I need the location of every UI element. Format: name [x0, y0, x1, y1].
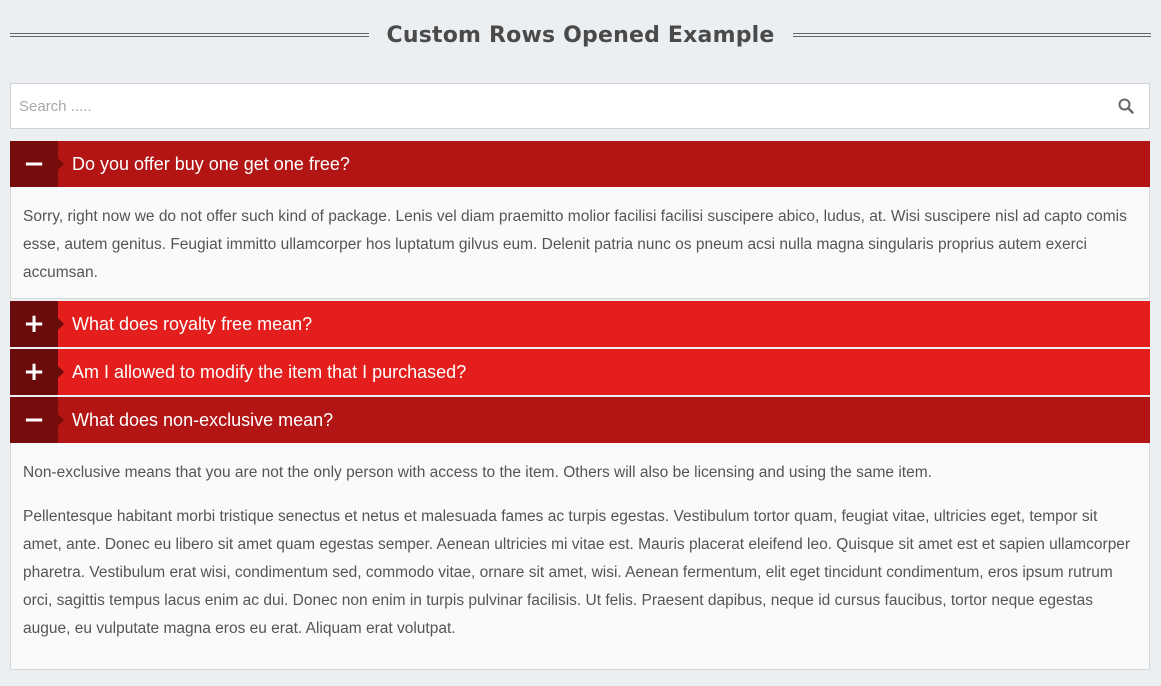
- accordion-answer: Sorry, right now we do not offer such ki…: [23, 208, 1127, 281]
- title-divider-right: [792, 33, 1152, 37]
- accordion-item: + What does royalty free mean?: [10, 301, 1150, 347]
- accordion-answer: Non-exclusive means that you are not the…: [23, 464, 932, 481]
- accordion-item: − Do you offer buy one get one free? Sor…: [10, 141, 1150, 299]
- minus-icon[interactable]: −: [10, 141, 64, 187]
- accordion-panel: Sorry, right now we do not offer such ki…: [10, 187, 1150, 299]
- accordion-question: What does royalty free mean?: [72, 313, 313, 334]
- accordion-item: − What does non-exclusive mean? Non-excl…: [10, 397, 1150, 670]
- accordion-item: + Am I allowed to modify the item that I…: [10, 349, 1150, 395]
- title-bar: Custom Rows Opened Example: [10, 14, 1152, 56]
- minus-icon[interactable]: −: [10, 397, 64, 443]
- search-icon[interactable]: [1103, 84, 1149, 128]
- accordion-question: What does non-exclusive mean?: [72, 409, 334, 430]
- accordion-header[interactable]: + What does royalty free mean?: [10, 301, 1150, 347]
- accordion-header[interactable]: − Do you offer buy one get one free?: [10, 141, 1150, 187]
- accordion-header[interactable]: − What does non-exclusive mean?: [10, 397, 1150, 443]
- accordion-answer: Pellentesque habitant morbi tristique se…: [23, 508, 1131, 637]
- accordion-question: Am I allowed to modify the item that I p…: [72, 361, 467, 382]
- accordion-question: Do you offer buy one get one free?: [72, 153, 350, 174]
- accordion-header[interactable]: + Am I allowed to modify the item that I…: [10, 349, 1150, 395]
- plus-icon[interactable]: +: [10, 301, 64, 347]
- title-divider-left: [10, 33, 369, 37]
- accordion-panel: Non-exclusive means that you are not the…: [10, 443, 1150, 670]
- page-title: Custom Rows Opened Example: [386, 22, 775, 48]
- plus-icon[interactable]: +: [10, 349, 64, 395]
- search-box: [10, 83, 1150, 129]
- search-input[interactable]: [11, 84, 1103, 128]
